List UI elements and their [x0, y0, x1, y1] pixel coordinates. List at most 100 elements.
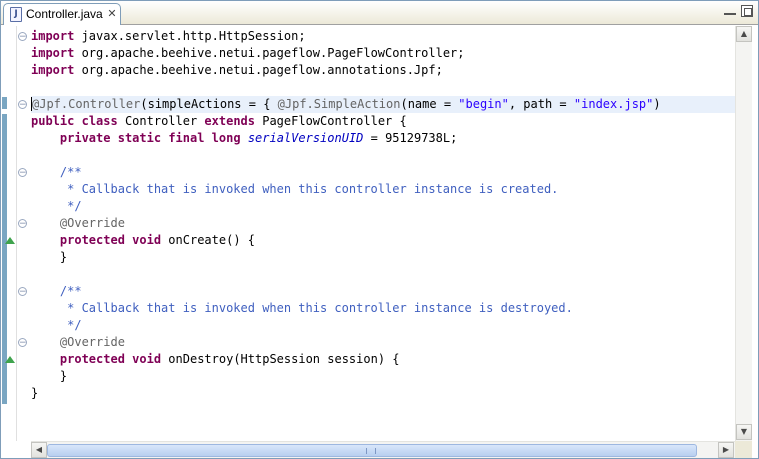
ruler-change-bar [2, 97, 7, 109]
editor-window: J Controller.java ✕ − − − − − − import javax.… [0, 0, 759, 459]
code-token: , path = [508, 97, 574, 111]
code-token: extends [204, 114, 255, 128]
java-file-icon: J [10, 7, 22, 22]
horizontal-scroll-thumb[interactable] [47, 444, 697, 457]
code-token: onDestroy(HttpSession session) { [161, 352, 400, 366]
fold-collapse-icon[interactable]: − [18, 32, 27, 42]
code-line[interactable]: /** [31, 164, 735, 181]
code-line[interactable]: @Override [31, 334, 735, 351]
code-token: @Jpf.Controller [32, 97, 141, 111]
code-token: "begin" [458, 97, 509, 111]
maximize-icon[interactable] [741, 5, 753, 17]
code-token: /** [31, 284, 82, 298]
minimize-icon[interactable] [724, 7, 736, 15]
scroll-left-button[interactable]: ◀ [31, 442, 47, 458]
tab-title: Controller.java [26, 7, 103, 21]
code-line[interactable] [31, 79, 735, 96]
code-token: /** [31, 165, 82, 179]
code-line[interactable]: */ [31, 198, 735, 215]
code-token: } [31, 386, 39, 400]
code-line[interactable]: } [31, 385, 735, 402]
fold-collapse-icon[interactable]: − [18, 338, 27, 348]
close-icon[interactable]: ✕ [106, 7, 118, 21]
code-token: void [132, 352, 162, 366]
code-token: PageFlowController { [255, 114, 407, 128]
code-token: import [31, 29, 75, 43]
code-token: (name = [400, 97, 459, 111]
code-line[interactable]: @Override [31, 215, 735, 232]
horizontal-scrollbar[interactable]: ◀ ▶ [31, 441, 735, 458]
code-token: org.apache.beehive.netui.pageflow.annota… [74, 63, 443, 77]
code-token: private [59, 131, 111, 145]
override-marker-icon[interactable] [5, 237, 15, 244]
fold-collapse-icon[interactable]: − [18, 287, 27, 297]
code-line[interactable]: @Jpf.Controller(simpleActions = { @Jpf.S… [31, 96, 735, 113]
code-token: long [211, 131, 241, 145]
code-line[interactable]: */ [31, 317, 735, 334]
code-token: void [132, 233, 162, 247]
fold-collapse-icon[interactable]: − [18, 100, 27, 110]
overview-ruler [2, 26, 17, 441]
code-line[interactable]: * Callback that is invoked when this con… [31, 181, 735, 198]
code-token: @Jpf.SimpleAction [277, 97, 401, 111]
fold-collapse-icon[interactable]: − [18, 219, 27, 229]
code-text[interactable]: import javax.servlet.http.HttpSession; im… [31, 28, 735, 441]
code-token: @Override [59, 216, 125, 230]
code-line[interactable]: import javax.servlet.http.HttpSession; [31, 28, 735, 45]
code-token: */ [31, 318, 82, 332]
fold-collapse-icon[interactable]: − [18, 168, 27, 178]
code-editor[interactable]: − − − − − − import javax.servlet.http.HttpSes… [2, 26, 757, 458]
scroll-right-button[interactable]: ▶ [718, 442, 734, 458]
code-token: = 95129738L; [363, 131, 458, 145]
code-line[interactable]: /** [31, 283, 735, 300]
scroll-up-button[interactable]: ▲ [736, 26, 752, 42]
override-marker-icon[interactable] [5, 356, 15, 363]
code-line[interactable]: import org.apache.beehive.netui.pageflow… [31, 45, 735, 62]
code-line[interactable]: } [31, 249, 735, 266]
code-line[interactable]: import org.apache.beehive.netui.pageflow… [31, 62, 735, 79]
code-line[interactable]: private static final long serialVersionU… [31, 130, 735, 147]
code-token: javax.servlet.http.HttpSession; [74, 29, 306, 43]
tab-controller-java[interactable]: J Controller.java ✕ [3, 3, 121, 25]
code-line[interactable]: public class Controller extends PageFlow… [31, 113, 735, 130]
code-token: Controller [117, 114, 205, 128]
code-token: (simpleActions = { [140, 97, 278, 111]
code-token: public [31, 114, 75, 128]
code-token: @Override [59, 335, 125, 349]
code-line[interactable]: protected void onCreate() { [31, 232, 735, 249]
scroll-down-button[interactable]: ▼ [736, 424, 752, 440]
code-token: serialVersionUID [247, 131, 364, 145]
code-token: onCreate() { [161, 233, 255, 247]
scrollbar-corner [735, 441, 752, 458]
code-line[interactable]: * Callback that is invoked when this con… [31, 300, 735, 317]
code-line[interactable]: } [31, 368, 735, 385]
code-token: final [168, 131, 205, 145]
code-line[interactable] [31, 147, 735, 164]
code-token: * Callback that is invoked when this con… [31, 301, 573, 315]
code-token: } [31, 369, 68, 383]
code-token: * Callback that is invoked when this con… [31, 182, 559, 196]
code-line[interactable]: protected void onDestroy(HttpSession ses… [31, 351, 735, 368]
code-token: import [31, 63, 75, 77]
code-token: class [81, 114, 118, 128]
code-token: protected [59, 352, 125, 366]
code-token: protected [59, 233, 125, 247]
code-token: ) [653, 97, 661, 111]
code-token: static [117, 131, 162, 145]
code-line[interactable] [31, 266, 735, 283]
vertical-scrollbar[interactable]: ▲ ▼ [735, 26, 752, 441]
code-token: */ [31, 199, 82, 213]
editor-tab-bar: J Controller.java ✕ [1, 1, 758, 25]
code-token: org.apache.beehive.netui.pageflow.PageFl… [74, 46, 465, 60]
code-token: import [31, 46, 75, 60]
code-token: } [31, 250, 68, 264]
